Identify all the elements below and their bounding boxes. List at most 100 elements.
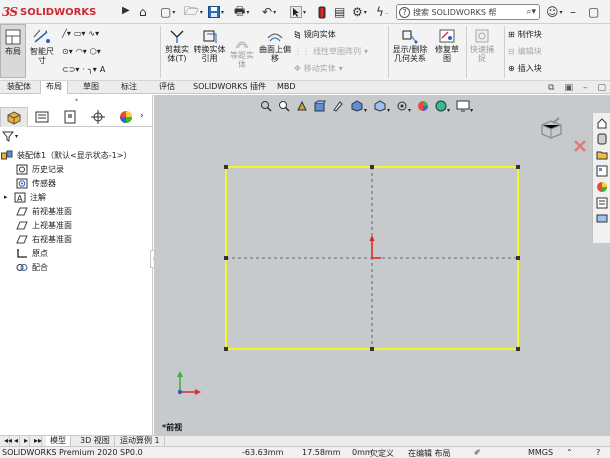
options-icon[interactable]: ⚙ ▾: [352, 4, 367, 20]
tabs-last-icon[interactable]: ▸▸: [30, 436, 42, 446]
surface-offset-label: 曲面上偏移: [259, 45, 291, 63]
user-icon[interactable]: ☺ ▾: [546, 4, 563, 20]
file-explorer-icon[interactable]: [596, 149, 608, 161]
command-manager: 布局 智能尺寸 ╱▾ ▭▾ ∿▾ ⊙▾ ◠▾ ⬡▾ ⊂⊃▾ · ╮▾ A 剪裁实体(T) 转换…: [0, 24, 610, 80]
sketch-origin-icon[interactable]: [369, 235, 382, 259]
tab-evaluate[interactable]: 评估: [154, 81, 180, 94]
sketch-canvas: [177, 165, 520, 395]
tab-markup[interactable]: 标注: [116, 81, 142, 94]
tab-sketch[interactable]: 草图: [78, 81, 104, 94]
fillet-icon: ╮▾: [87, 64, 97, 74]
edit-block-button[interactable]: ⊟ 编辑块: [508, 44, 542, 58]
tree-item-origin[interactable]: 原点: [16, 246, 48, 260]
display-relations-button[interactable]: 显示/删除几何关系: [390, 28, 430, 63]
solidworks-logo[interactable]: 3S SOLIDWORKS: [2, 4, 96, 20]
status-bar: SOLIDWORKS Premium 2020 SP0.0 -63.63mm 1…: [0, 446, 610, 458]
tab-addins[interactable]: SOLIDWORKS 插件: [188, 81, 271, 94]
tabs-prev-icon[interactable]: ◂: [10, 436, 20, 446]
linear-pattern-button[interactable]: ⋮⋮ 线性草图阵列 ▾: [294, 44, 368, 58]
document-window-controls: ⧉ ▣ – ▢: [548, 83, 606, 93]
tab-assembly[interactable]: 装配体: [2, 81, 36, 94]
tree-root-assembly[interactable]: 装配体1（默认<显示状态-1>）: [1, 148, 131, 162]
undo-icon[interactable]: ↶ ▾: [262, 4, 276, 20]
feature-tree-tab-icon[interactable]: [0, 107, 28, 127]
select-arrow-icon[interactable]: ▾: [290, 4, 306, 20]
tree-item-annotations[interactable]: ▸ A 注解: [4, 190, 46, 204]
doc-minimize-icon[interactable]: –: [583, 83, 588, 93]
display-manager-tab-icon[interactable]: [112, 107, 140, 127]
new-document-icon[interactable]: ▢ ▾: [160, 4, 175, 20]
slot-tool[interactable]: ⊂⊃▾ · ╮▾ A: [62, 62, 105, 76]
panel-tabs-next-icon[interactable]: ›: [140, 111, 144, 121]
panel-grip-icon[interactable]: •: [0, 95, 153, 107]
smart-dimension-button[interactable]: 智能尺寸: [27, 28, 57, 65]
graphics-area[interactable]: ▾ ▾ ▾ ▾ ▾ *前视: [154, 95, 610, 435]
dimxpert-tab-icon[interactable]: [84, 107, 112, 127]
configuration-tab-icon[interactable]: [56, 107, 84, 127]
design-library-icon[interactable]: [596, 133, 608, 145]
doc-restore-icon[interactable]: ⧉: [548, 83, 554, 93]
circle-icon: ⊙▾: [62, 46, 73, 56]
traffic-light-icon[interactable]: [318, 4, 326, 20]
custom-properties-icon[interactable]: [596, 197, 608, 209]
save-icon[interactable]: ▾: [208, 4, 224, 20]
repair-sketch-button[interactable]: 修复草图: [432, 28, 462, 63]
home-icon[interactable]: ⌂: [139, 4, 147, 20]
tree-filter[interactable]: ▾: [2, 129, 18, 143]
tree-item-history[interactable]: 历史记录: [16, 162, 64, 176]
doc-tile-icon[interactable]: ▣: [564, 83, 573, 93]
minimize-icon[interactable]: –: [570, 4, 576, 20]
tree-item-top-plane[interactable]: 上视基准面: [16, 218, 72, 232]
tab-layout[interactable]: 布局: [40, 81, 68, 94]
print-icon[interactable]: 🖶 ▾: [234, 4, 249, 20]
trim-entities-button[interactable]: 剪裁实体(T): [162, 28, 192, 63]
product-version: SOLIDWORKS Premium 2020 SP0.0: [2, 448, 143, 457]
tab-motion-study[interactable]: 运动算例 1: [116, 436, 165, 446]
tree-item-sensors[interactable]: 传感器: [16, 176, 56, 190]
status-help-icon[interactable]: ?: [596, 448, 600, 457]
tabs-first-icon[interactable]: ◂◂: [0, 436, 12, 446]
tab-mbd[interactable]: MBD: [272, 81, 301, 94]
unit-system[interactable]: MMGS: [528, 448, 553, 457]
filter-icon: [2, 131, 14, 142]
ribbon-separator: [160, 26, 161, 78]
property-manager-tab-icon[interactable]: [28, 107, 56, 127]
insert-block-button[interactable]: ⊕ 插入块: [508, 61, 542, 75]
rebuild-icon[interactable]: ✐: [474, 448, 481, 457]
linear-pattern-label: 线性草图阵列: [313, 46, 361, 56]
quick-snap-button[interactable]: 快速捕捉: [468, 28, 496, 63]
convert-entities-button[interactable]: 转换实体引用: [193, 28, 226, 63]
file-properties-icon[interactable]: ▤: [334, 4, 345, 20]
menu-expand-arrow-icon[interactable]: ▶: [122, 5, 130, 16]
line-tool[interactable]: ╱▾ ▭▾ ∿▾: [62, 26, 99, 40]
tree-item-mates[interactable]: 配合: [16, 260, 48, 274]
move-entities-button[interactable]: ✥ 移动实体 ▾: [294, 61, 343, 75]
doc-maximize-icon[interactable]: ▢: [597, 83, 606, 93]
offset-entities-button[interactable]: 等距实体: [227, 36, 257, 69]
solidworks-resources-icon[interactable]: [596, 117, 608, 129]
circle-tool[interactable]: ⊙▾ ◠▾ ⬡▾: [62, 44, 101, 58]
surface-offset-button[interactable]: 曲面上偏移: [258, 28, 292, 63]
restore-icon[interactable]: ▢: [588, 4, 599, 20]
mirror-entities-button[interactable]: ⧎ 镜向实体: [294, 27, 336, 41]
tree-item-right-plane[interactable]: 右视基准面: [16, 232, 72, 246]
layout-icon: [5, 29, 21, 45]
search-input[interactable]: ? 搜索 SOLIDWORKS 帮 ⌕▾: [396, 4, 540, 20]
units-dropdown-icon[interactable]: ⌃: [566, 448, 573, 457]
forum-icon[interactable]: [596, 213, 608, 225]
tab-3d-views[interactable]: 3D 视图: [76, 436, 115, 446]
tab-model[interactable]: 模型: [46, 436, 71, 446]
expand-arrow-icon[interactable]: ▸: [4, 193, 14, 201]
linear-pattern-icon: ⋮⋮: [294, 46, 310, 56]
tree-item-front-plane[interactable]: 前视基准面: [16, 204, 72, 218]
quick-snap-icon: [475, 29, 489, 43]
tabs-next-icon[interactable]: ▸: [20, 436, 30, 446]
layout-button[interactable]: 布局: [0, 24, 26, 78]
customize-icon[interactable]: ϟ..: [376, 4, 389, 20]
tree-item-label: 配合: [32, 262, 48, 272]
open-icon[interactable]: 🗁 ▾: [184, 4, 203, 20]
view-palette-icon[interactable]: [596, 165, 608, 177]
appearances-pane-icon[interactable]: [596, 181, 608, 193]
history-icon: [16, 164, 28, 174]
make-block-button[interactable]: ⊞ 制作块: [508, 27, 542, 41]
